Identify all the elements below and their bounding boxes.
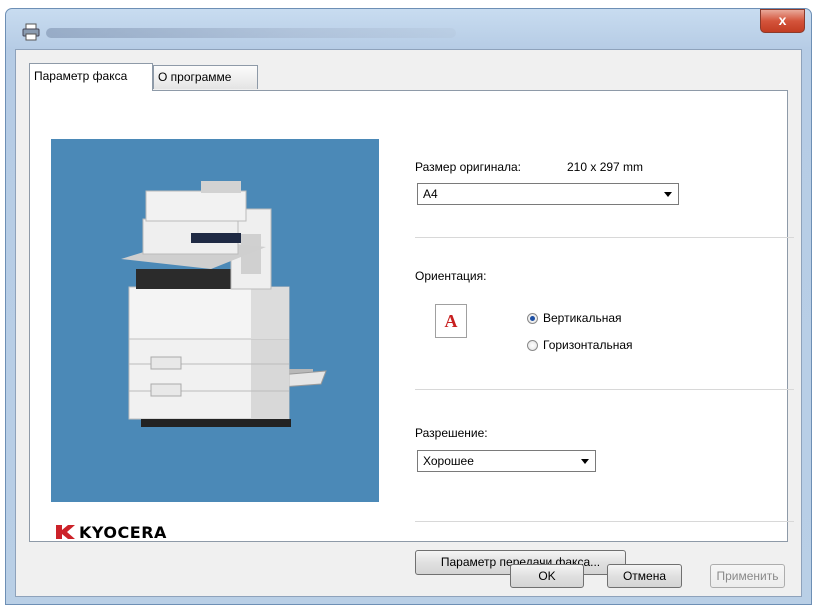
kyocera-symbol-icon (56, 525, 75, 539)
window-title-obscured (46, 28, 456, 38)
original-size-dimensions: 210 x 297 mm (567, 160, 644, 174)
chevron-down-icon (581, 459, 589, 464)
close-icon: x (778, 12, 787, 28)
logo-text: KYOCERA (79, 522, 167, 542)
apply-button[interactable]: Применить (710, 564, 785, 588)
original-size-value: A4 (423, 187, 438, 201)
radio-portrait[interactable]: Вертикальная (527, 311, 622, 325)
device-preview (51, 139, 379, 502)
orientation-label: Ориентация: (415, 269, 487, 283)
tab-about[interactable]: О программе (153, 65, 258, 89)
dialog-window: x Параметр факса О программе KYOCERA Раз… (5, 8, 812, 605)
close-button[interactable]: x (760, 9, 805, 33)
resolution-label: Разрешение: (415, 426, 488, 440)
ok-button[interactable]: OK (510, 564, 584, 588)
tab-panel: KYOCERA Размер оригинала: 210 x 297 mm A… (29, 90, 794, 575)
printer-icon (22, 23, 40, 41)
chevron-down-icon (664, 192, 672, 197)
divider (415, 389, 794, 390)
radio-landscape[interactable]: Горизонтальная (527, 338, 633, 352)
original-size-select[interactable]: A4 (417, 183, 679, 205)
resolution-select[interactable]: Хорошее (417, 450, 596, 472)
divider (415, 521, 794, 522)
resolution-value: Хорошее (423, 454, 474, 468)
mfp-device-image (121, 181, 327, 427)
kyocera-logo: KYOCERA (54, 521, 167, 543)
orientation-portrait-icon: A (435, 304, 467, 338)
cancel-button[interactable]: Отмена (607, 564, 682, 588)
tab-label: Параметр факса (34, 69, 128, 83)
tab-label: О программе (158, 70, 232, 84)
radio-button-selected[interactable] (527, 312, 538, 324)
radio-portrait-label: Вертикальная (543, 311, 622, 325)
title-bar[interactable]: x (6, 9, 811, 49)
dialog-client-area: Параметр факса О программе KYOCERA Разме… (15, 49, 802, 597)
tab-fax-settings[interactable]: Параметр факса (29, 63, 153, 91)
divider (415, 237, 794, 238)
radio-button[interactable] (527, 339, 538, 351)
original-size-label: Размер оригинала: (415, 160, 522, 174)
radio-landscape-label: Горизонтальная (543, 338, 633, 352)
